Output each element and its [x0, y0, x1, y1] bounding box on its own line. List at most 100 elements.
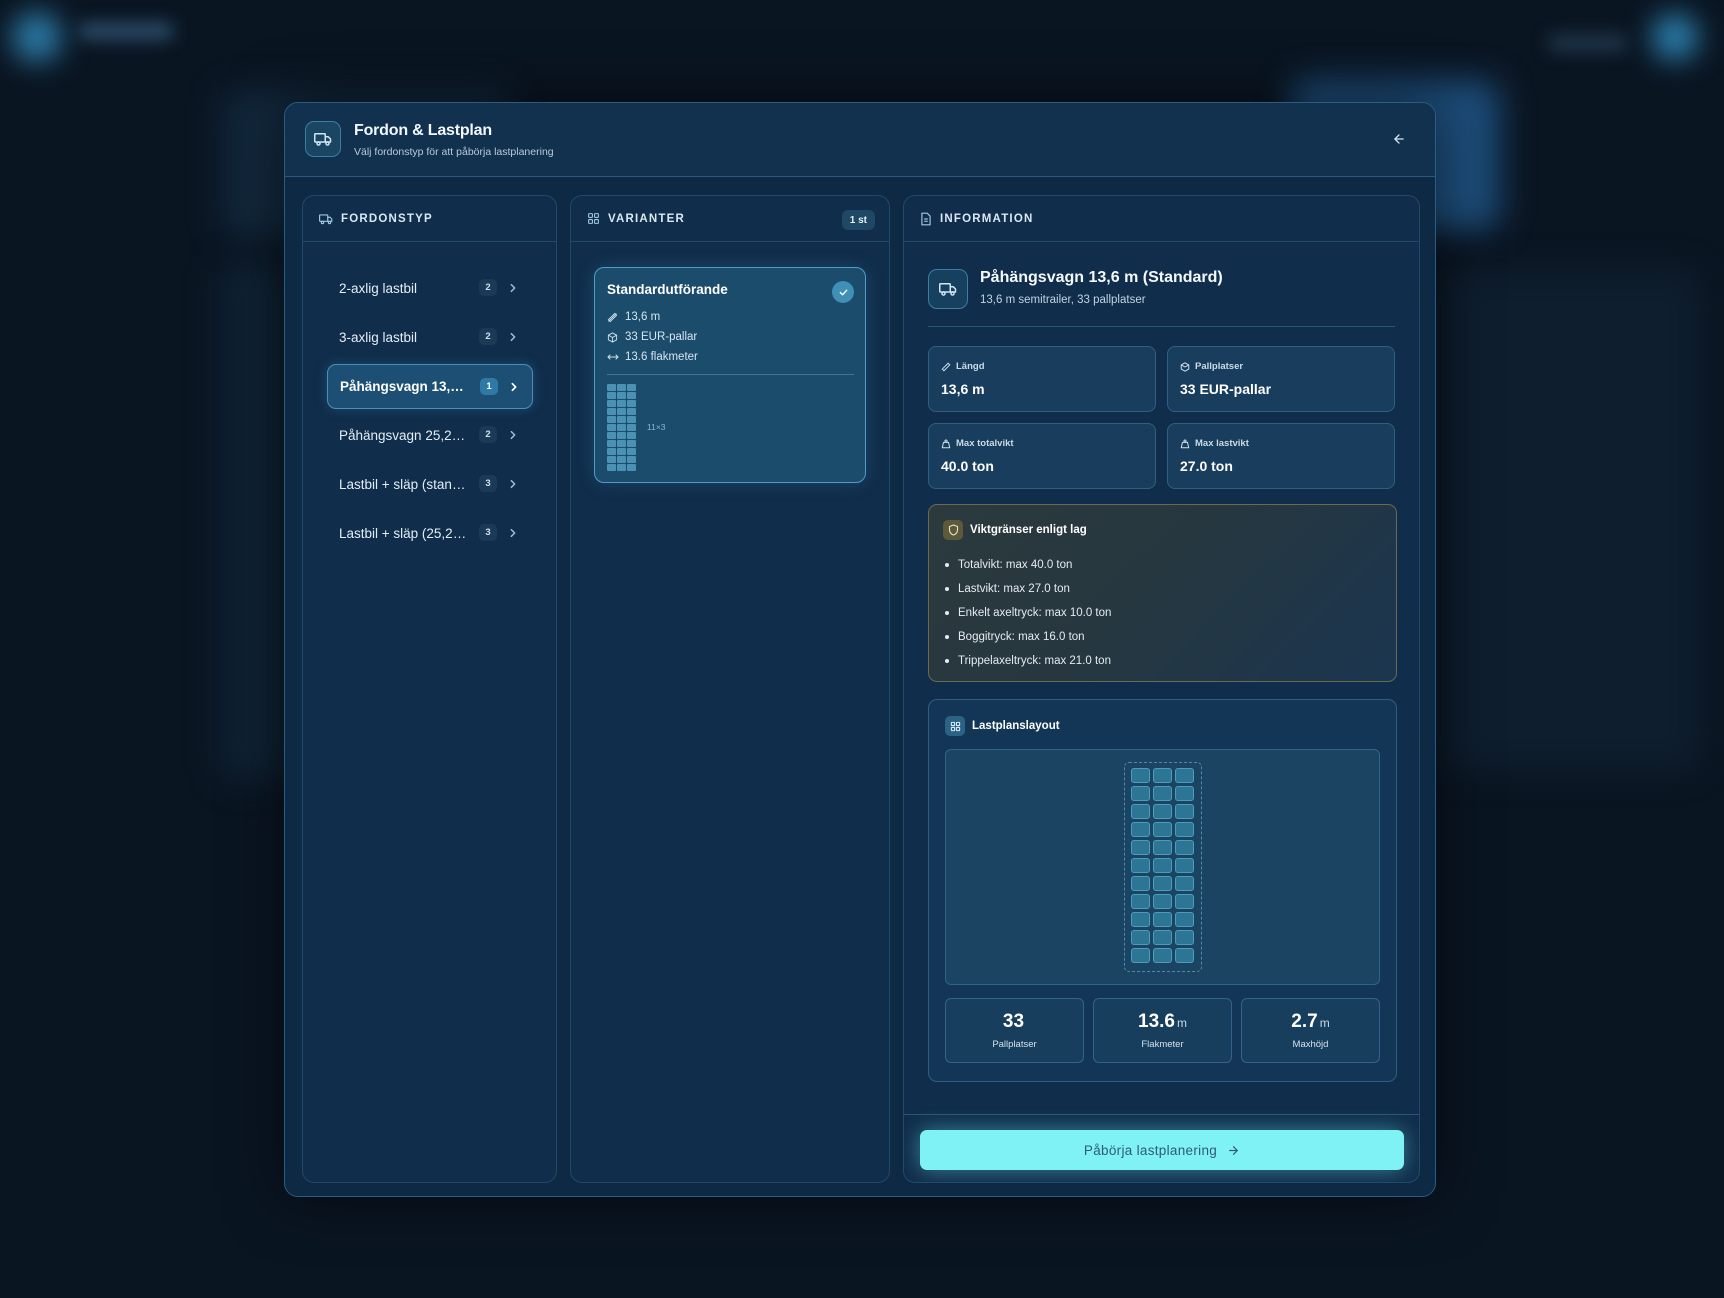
- variant-count-badge: 2: [479, 328, 497, 345]
- pallet-slot: [617, 448, 626, 455]
- pallet-slot: [627, 392, 636, 399]
- pallet-slot: [1175, 876, 1194, 891]
- metric-number: 13.6: [1138, 1011, 1175, 1032]
- vehicle-type-item[interactable]: Lastbil + släp (25,25 m) 3: [327, 511, 533, 556]
- dialog-subtitle: Välj fordonstyp för att påbörja lastplan…: [354, 146, 554, 158]
- chevron-right-icon: [507, 526, 519, 540]
- vehicle-type-label: Lastbil + släp (standard): [339, 477, 469, 492]
- pallet-slot: [627, 416, 636, 423]
- pallet-slot: [1175, 768, 1194, 783]
- variant-count-badge: 2: [479, 426, 497, 443]
- pallet-slot: [617, 456, 626, 463]
- start-load-planning-button[interactable]: Påbörja lastplanering: [920, 1130, 1404, 1170]
- pallet-slot: [607, 464, 616, 471]
- background-avatar: [12, 12, 62, 62]
- pallet-slot: [1153, 804, 1172, 819]
- vehicle-type-item-selected[interactable]: Påhängsvagn 13,6 m 1: [327, 364, 533, 409]
- information-heading: INFORMATION: [940, 212, 1034, 225]
- pallet-slot: [1175, 912, 1194, 927]
- metric-unit: m: [1319, 1016, 1330, 1030]
- back-button[interactable]: [1387, 127, 1411, 151]
- pallet-grid-label: 11×3: [647, 422, 666, 432]
- weight-icon: [1180, 439, 1190, 449]
- stat-max-load-label: Max lastvikt: [1195, 438, 1249, 449]
- vehicle-type-label: Påhängsvagn 25,25 m: [339, 428, 469, 443]
- shield-icon: [943, 520, 963, 540]
- pallet-slot: [617, 440, 626, 447]
- pallet-slot: [607, 432, 616, 439]
- pallet-slot: [627, 384, 636, 391]
- truck-icon: [928, 269, 968, 309]
- load-layout-card: Lastplanslayout 33 Pallplatser 13.6 m Fla…: [928, 699, 1397, 1082]
- stat-pallets: Pallplatser 33 EUR-pallar: [1167, 346, 1395, 412]
- pallet-slot: [1175, 804, 1194, 819]
- variant-count-badge: 3: [479, 475, 497, 492]
- stat-max-load-value: 27.0 ton: [1180, 458, 1233, 474]
- variants-heading: VARIANTER: [608, 212, 686, 225]
- metric-unit: m: [1176, 1016, 1187, 1030]
- pallet-slot: [607, 456, 616, 463]
- vehicle-type-item[interactable]: Lastbil + släp (standard) 3: [327, 462, 533, 507]
- variant-flakmeter-value: 13.6 flakmeter: [625, 351, 698, 363]
- pallet-slot: [1153, 894, 1172, 909]
- pallet-slot: [1175, 930, 1194, 945]
- divider: [607, 374, 854, 375]
- pallet-slot: [1153, 948, 1172, 963]
- weight-limits-title: Viktgränser enligt lag: [970, 524, 1087, 536]
- stat-max-total-label: Max totalvikt: [956, 438, 1014, 449]
- variant-card-selected[interactable]: Standardutförande 13,6 m 33 EUR-pallar 1…: [594, 267, 866, 483]
- check-icon: [832, 281, 854, 303]
- metric-value: 2.7 m: [1242, 1011, 1379, 1033]
- pallet-slot: [607, 440, 616, 447]
- vehicle-type-heading: FORDONSTYP: [341, 212, 433, 225]
- pallet-slot: [1131, 876, 1150, 891]
- vehicle-type-label: Lastbil + släp (25,25 m): [339, 526, 469, 541]
- metric-label: Flakmeter: [1141, 1039, 1184, 1050]
- truck-icon: [305, 121, 341, 157]
- list-item: Totalvikt: max 40.0 ton: [945, 553, 1111, 577]
- stat-label: Pallplatser: [1180, 361, 1243, 372]
- dialog-header: Fordon & Lastplan Välj fordonstyp för at…: [285, 103, 1435, 177]
- vehicle-type-panel: FORDONSTYP 2-axlig lastbil 2 3-axlig las…: [302, 195, 557, 1183]
- metric-value: 13.6 m: [1094, 1011, 1231, 1033]
- vehicle-subtitle: 13,6 m semitrailer, 33 pallplatser: [980, 294, 1146, 306]
- chevron-right-icon: [507, 428, 519, 442]
- pallet-slot: [617, 464, 626, 471]
- pallet-slot: [1175, 822, 1194, 837]
- vehicle-type-item[interactable]: 3-axlig lastbil 2: [327, 315, 533, 360]
- chevron-right-icon: [508, 380, 520, 394]
- pallet-slot: [1153, 840, 1172, 855]
- pallet-slot: [1175, 858, 1194, 873]
- chevron-right-icon: [507, 281, 519, 295]
- pallet-slot: [1131, 786, 1150, 801]
- document-icon: [921, 212, 931, 225]
- pallet-slot: [1153, 768, 1172, 783]
- metric-max-height: 2.7 m Maxhöjd: [1241, 998, 1380, 1063]
- pallet-slot: [617, 392, 626, 399]
- vehicle-type-item[interactable]: 2-axlig lastbil 2: [327, 266, 533, 311]
- pallet-slot: [617, 424, 626, 431]
- vehicle-title: Påhängsvagn 13,6 m (Standard): [980, 269, 1223, 286]
- pallet-slot: [1131, 840, 1150, 855]
- list-item: Boggitryck: max 16.0 ton: [945, 625, 1111, 649]
- pallet-slot: [607, 384, 616, 391]
- divider: [904, 1114, 1419, 1115]
- stat-pallets-label: Pallplatser: [1195, 361, 1244, 372]
- grid-icon: [588, 213, 599, 224]
- pallet-slot: [627, 400, 636, 407]
- pallet-slot: [1131, 858, 1150, 873]
- background-panel: [220, 260, 290, 780]
- load-layout-header: Lastplanslayout: [945, 716, 1060, 736]
- vehicle-dialog: Fordon & Lastplan Välj fordonstyp för at…: [284, 102, 1436, 1197]
- pallet-slot: [607, 392, 616, 399]
- vehicle-type-list: 2-axlig lastbil 2 3-axlig lastbil 2 Påhä…: [327, 266, 533, 560]
- pallet-slot: [617, 432, 626, 439]
- metric-pallets: 33 Pallplatser: [945, 998, 1084, 1063]
- box-icon: [1180, 361, 1190, 372]
- truck-icon: [319, 213, 333, 224]
- pallet-slot: [1153, 912, 1172, 927]
- vehicle-type-item[interactable]: Påhängsvagn 25,25 m 2: [327, 413, 533, 458]
- trailer-floor: [1124, 762, 1202, 972]
- metric-number: 2.7: [1291, 1011, 1318, 1032]
- metric-number: 33: [1002, 1011, 1025, 1032]
